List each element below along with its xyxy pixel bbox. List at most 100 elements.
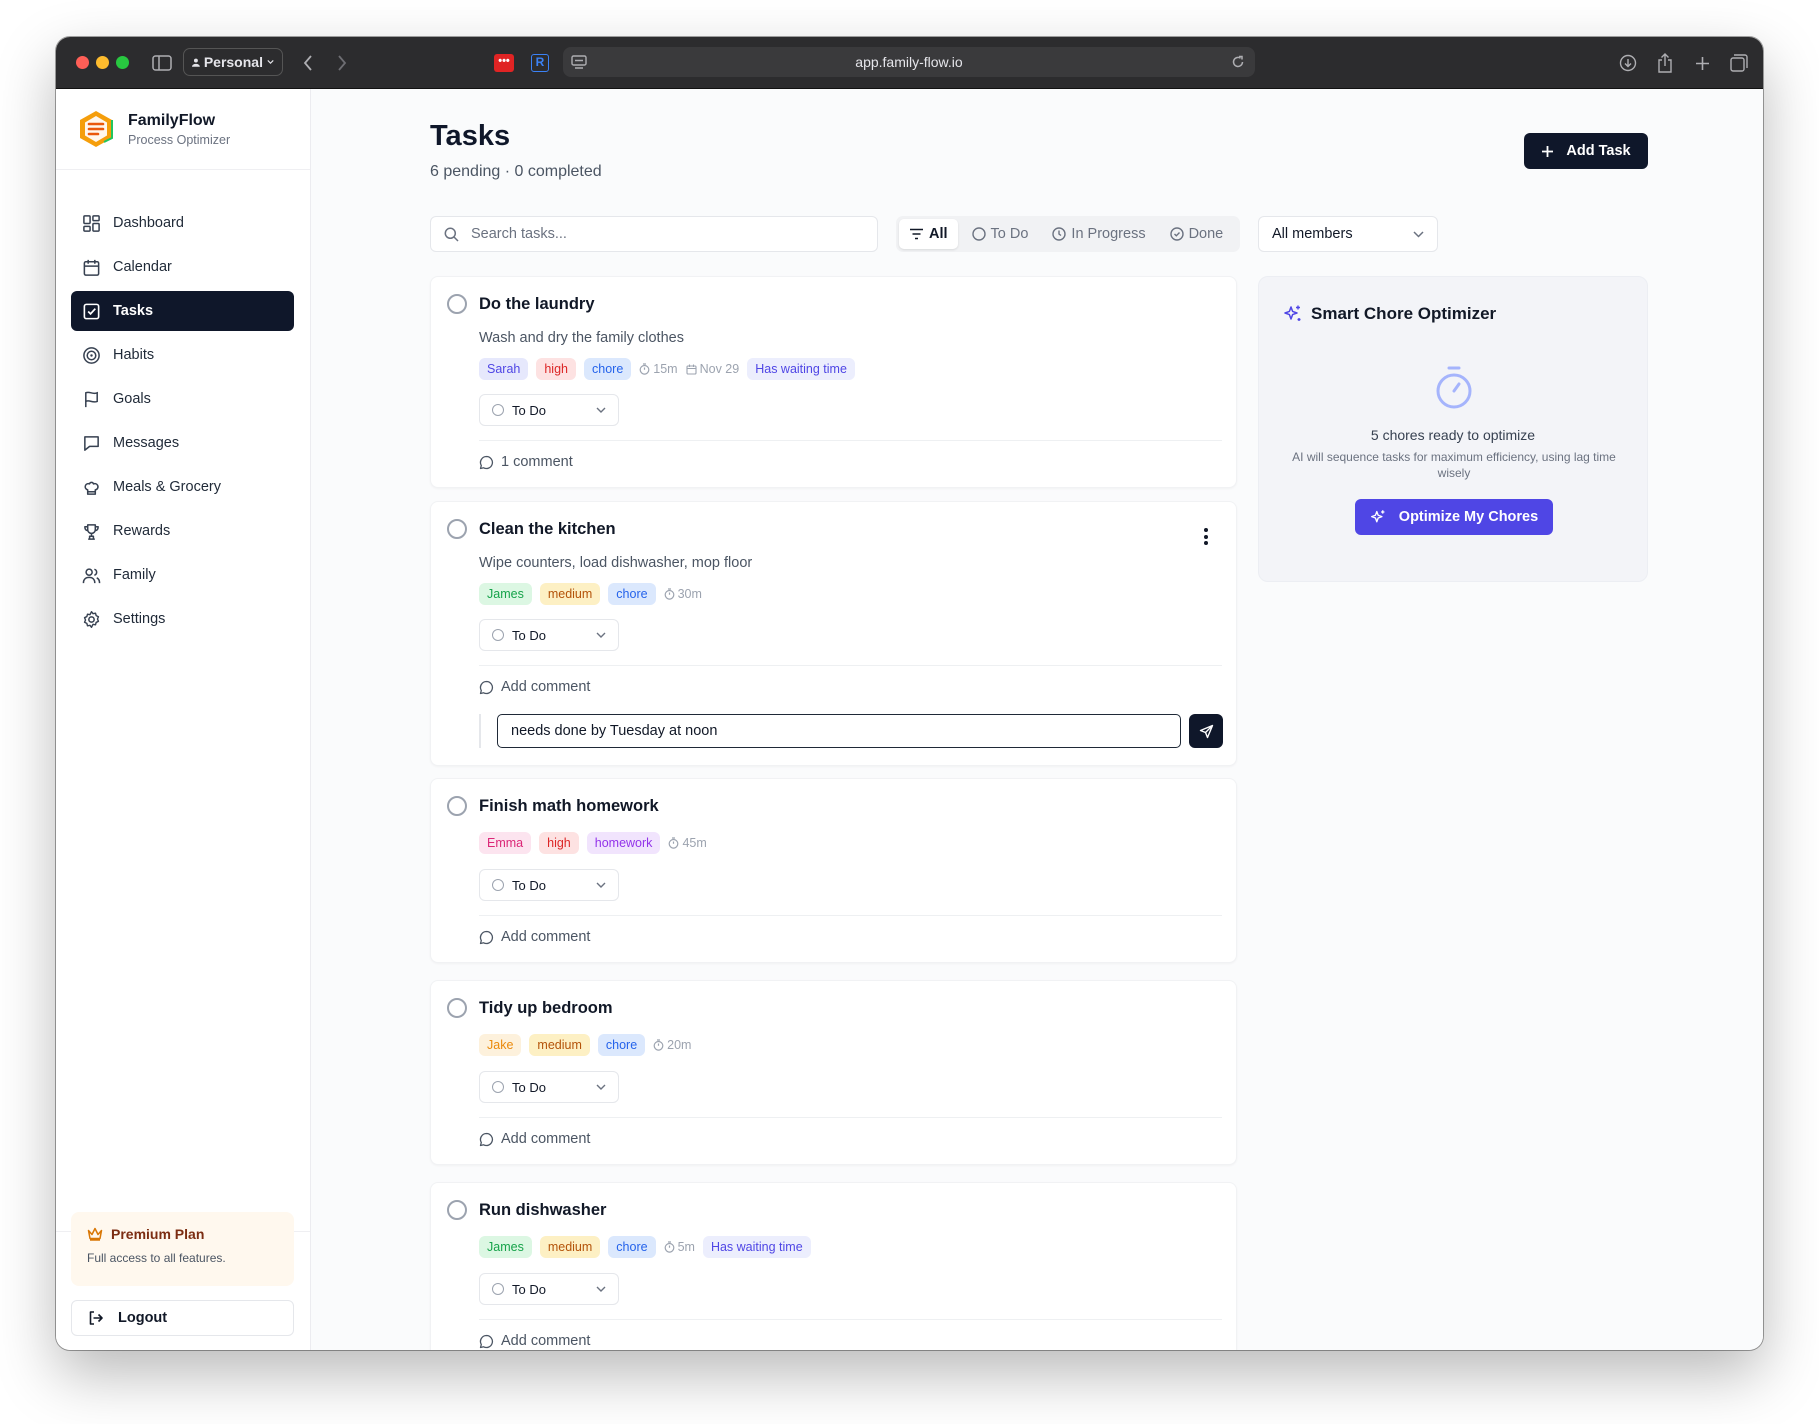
back-icon[interactable]	[298, 51, 318, 75]
add-comment-link[interactable]: Add comment	[479, 1131, 590, 1147]
optimize-button-label: Optimize My Chores	[1398, 509, 1539, 525]
comment-input[interactable]	[497, 714, 1181, 748]
task-title: Run dishwasher	[479, 1201, 607, 1219]
priority-tag: high	[539, 832, 579, 854]
new-tab-icon[interactable]	[1692, 51, 1712, 75]
timer-icon	[664, 1241, 674, 1253]
brand[interactable]: FamilyFlow Process Optimizer	[76, 109, 230, 149]
reader-extension-icon[interactable]: R	[530, 51, 550, 75]
more-options-icon[interactable]	[1204, 528, 1208, 548]
status-value: To Do	[512, 1281, 546, 1297]
page-settings-icon[interactable]	[571, 55, 587, 69]
filter-label: To Do	[990, 226, 1029, 242]
reload-icon[interactable]	[1231, 55, 1245, 69]
sidebar-item-meals[interactable]: Meals & Grocery	[71, 467, 294, 507]
sidebar-item-calendar[interactable]: Calendar	[71, 247, 294, 287]
brand-subtitle: Process Optimizer	[128, 132, 231, 147]
premium-plan-card: Premium Plan Full access to all features…	[71, 1212, 294, 1286]
add-comment-link[interactable]: Add comment	[479, 1333, 590, 1349]
filter-in-progress[interactable]: In Progress	[1042, 219, 1155, 249]
sidebar-nav: Dashboard Calendar Tasks Habits Goals Me…	[71, 203, 294, 643]
filter-all[interactable]: All	[899, 219, 958, 249]
task-title: Do the laundry	[479, 295, 595, 313]
members-select[interactable]: All members	[1258, 216, 1438, 252]
optimizer-ready-text: 5 chores ready to optimize	[1370, 427, 1536, 443]
add-task-button[interactable]: Add Task	[1524, 133, 1648, 169]
status-select[interactable]: To Do	[479, 1071, 619, 1103]
duration-text: 30m	[677, 587, 702, 601]
chevron-down-icon	[267, 60, 274, 64]
duration: 20m	[653, 1038, 691, 1052]
status-circle-icon	[492, 404, 504, 416]
duration-text: 20m	[667, 1038, 692, 1052]
familyflow-logo	[80, 111, 113, 147]
sidebar-item-tasks[interactable]: Tasks	[71, 291, 294, 331]
forward-icon[interactable]	[332, 51, 352, 75]
task-complete-checkbox[interactable]	[447, 998, 467, 1018]
minimize-window-button[interactable]	[96, 56, 109, 69]
tab-overview-icon[interactable]	[1729, 51, 1749, 75]
page-title: Tasks	[430, 120, 511, 152]
maximize-window-button[interactable]	[116, 56, 129, 69]
assignee-tag: Emma	[479, 832, 532, 854]
task-card: Tidy up bedroom Jake medium chore 20m To…	[430, 980, 1237, 1165]
comment-icon	[479, 1132, 494, 1146]
sidebar-item-messages[interactable]: Messages	[71, 423, 294, 463]
trophy-icon	[84, 523, 99, 540]
filter-todo[interactable]: To Do	[962, 219, 1039, 249]
status-select[interactable]: To Do	[479, 869, 619, 901]
premium-subtitle: Full access to all features.	[87, 1251, 226, 1265]
close-window-button[interactable]	[76, 56, 89, 69]
extension-icon[interactable]: •••	[494, 51, 514, 75]
status-circle-icon	[492, 629, 504, 641]
task-tags: Jake medium chore 20m	[479, 1034, 691, 1056]
sidebar-item-family[interactable]: Family	[71, 555, 294, 595]
status-value: To Do	[512, 627, 546, 643]
sidebar-item-dashboard[interactable]: Dashboard	[71, 203, 294, 243]
task-tags: Emma high homework 45m	[479, 832, 707, 854]
status-circle-icon	[492, 1283, 504, 1295]
comments-link[interactable]: 1 comment	[479, 454, 573, 470]
task-complete-checkbox[interactable]	[447, 1200, 467, 1220]
optimizer-title: Smart Chore Optimizer	[1311, 304, 1497, 323]
sidebar-item-habits[interactable]: Habits	[71, 335, 294, 375]
share-icon[interactable]	[1655, 51, 1675, 75]
sparkles-icon	[1284, 305, 1301, 321]
sidebar-item-label: Dashboard	[113, 215, 184, 231]
comment-thread-line	[479, 714, 481, 748]
send-icon	[1199, 724, 1213, 738]
task-complete-checkbox[interactable]	[447, 519, 467, 539]
category-tag: homework	[586, 832, 661, 854]
task-complete-checkbox[interactable]	[447, 796, 467, 816]
add-comment-link[interactable]: Add comment	[479, 679, 590, 695]
search-input[interactable]: Search tasks...	[430, 216, 878, 252]
assignee-tag: James	[479, 1236, 532, 1258]
sidebar-item-rewards[interactable]: Rewards	[71, 511, 294, 551]
waiting-time-tag: Has waiting time	[747, 358, 855, 380]
filter-done[interactable]: Done	[1160, 219, 1234, 249]
add-comment-link[interactable]: Add comment	[479, 929, 590, 945]
sidebar-item-label: Tasks	[113, 303, 154, 319]
status-select[interactable]: To Do	[479, 619, 619, 651]
logout-button[interactable]: Logout	[71, 1300, 294, 1336]
sidebar-item-settings[interactable]: Settings	[71, 599, 294, 639]
comment-label: Add comment	[501, 1333, 591, 1349]
task-complete-checkbox[interactable]	[447, 294, 467, 314]
optimize-chores-button[interactable]: Optimize My Chores	[1355, 499, 1553, 535]
send-comment-button[interactable]	[1189, 714, 1223, 748]
task-title: Finish math homework	[479, 797, 659, 815]
task-tags: James medium chore 5m Has waiting time	[479, 1236, 811, 1258]
profile-selector[interactable]: Personal	[183, 48, 283, 76]
sidebar-item-goals[interactable]: Goals	[71, 379, 294, 419]
sidebar-item-label: Goals	[113, 391, 151, 407]
task-title: Clean the kitchen	[479, 520, 616, 538]
assignee-tag: Jake	[479, 1034, 522, 1056]
sidebar-toggle-icon[interactable]	[150, 51, 174, 75]
download-icon[interactable]	[1618, 51, 1638, 75]
address-bar[interactable]: app.family-flow.io	[563, 47, 1255, 77]
filter-icon	[910, 228, 923, 240]
clock-icon	[1052, 227, 1067, 241]
sidebar-item-label: Calendar	[113, 259, 172, 275]
status-select[interactable]: To Do	[479, 1273, 619, 1305]
status-select[interactable]: To Do	[479, 394, 619, 426]
